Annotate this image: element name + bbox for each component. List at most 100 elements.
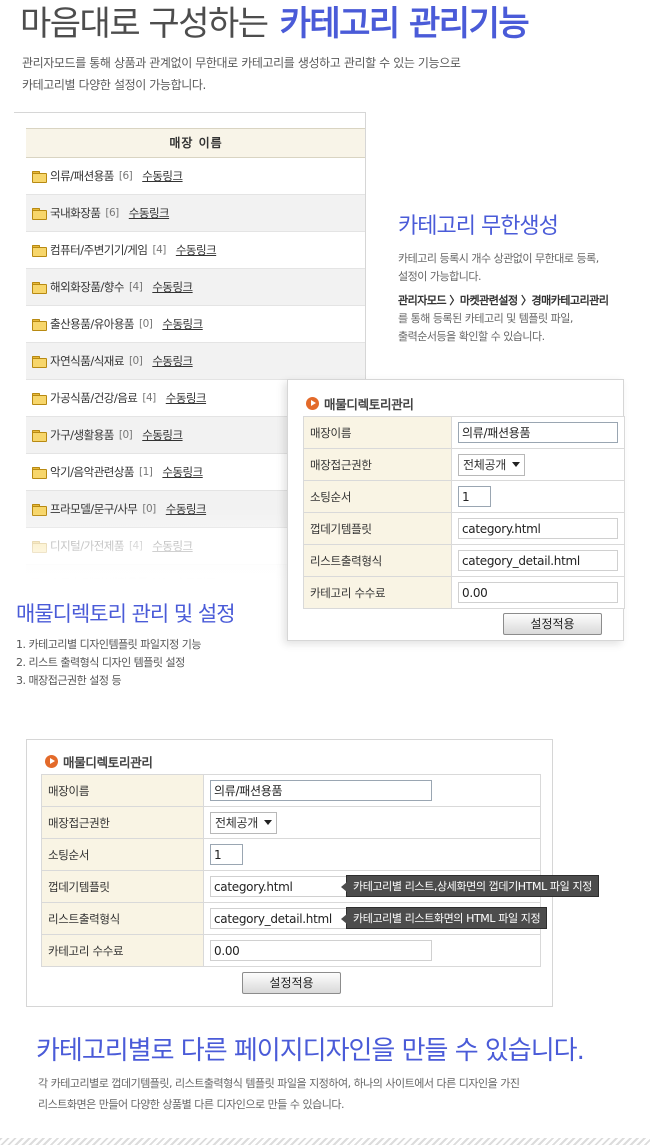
- directory-form-card: 매물디렉토리관리 매장이름 의류/패션용품 매장접근권한 전체공개 소팅순서 1…: [287, 379, 625, 641]
- bottom-description: 각 카테고리별로 껍데기템플릿, 리스트출력형식 템플릿 파일을 지정하여, 하…: [38, 1073, 520, 1115]
- form-row-list-format: 리스트출력형식 category_detail.html: [303, 544, 625, 577]
- unlimited-text-line: 를 통해 등록된 카테고리 및 템플릿 파일,: [398, 312, 573, 325]
- shop-name-input[interactable]: 의류/패션용품: [210, 780, 432, 801]
- shop-name: 악기/음악관련상품: [50, 465, 135, 479]
- apply-button[interactable]: 설정적용: [242, 972, 341, 994]
- folder-icon: [32, 392, 47, 405]
- manual-link[interactable]: 수동링크: [152, 353, 193, 369]
- shop-name-label: 매장이름: [303, 416, 452, 449]
- directory-list-item: 3. 매장접근권한 설정 등: [16, 674, 122, 687]
- shop-count: [4]: [152, 244, 166, 256]
- unlimited-text-line: 카테고리 등록시 개수 상관없이 무한대로 등록,: [398, 252, 599, 265]
- form-row-access: 매장접근권한 전체공개: [303, 448, 625, 481]
- list-format-input[interactable]: category_detail.html: [458, 550, 618, 571]
- fee-input[interactable]: 0.00: [210, 940, 432, 961]
- shop-count: [4]: [128, 281, 143, 293]
- shop-list-item: 출산용품/유아용품 [0] 수동링크: [26, 306, 365, 343]
- shop-name: 해외화장품/향수: [50, 280, 124, 294]
- directory-title: 매물디렉토리 관리 및 설정: [16, 602, 236, 626]
- shop-name-cell: 의류/패션용품: [451, 416, 625, 449]
- folder-icon: [32, 355, 47, 368]
- shop-count: [4]: [142, 392, 156, 404]
- shop-list-item: 자연식품/식재료 [0] 수동링크: [26, 343, 365, 380]
- shop-count: [0]: [118, 429, 133, 441]
- shop-name: 국내화장품: [50, 206, 101, 220]
- form-row-access: 매장접근권한 전체공개: [41, 806, 541, 839]
- manual-link[interactable]: 수동링크: [162, 316, 203, 332]
- shop-name: 가공식품/건강/음료: [50, 391, 138, 405]
- unlimited-text-line: 설정이 가능합니다.: [398, 270, 481, 283]
- shop-name-label: 매장이름: [41, 774, 204, 807]
- manual-link[interactable]: 수동링크: [142, 168, 183, 184]
- unlimited-text-line: 출력순서등을 확인할 수 있습니다.: [398, 330, 545, 343]
- sort-cell: 1: [203, 838, 541, 871]
- directory-form-heading-text: 매물디렉토리관리: [324, 397, 414, 412]
- bottom-description-line: 리스트화면은 만들어 다양한 상품별 다른 디자인으로 만들 수 있습니다.: [38, 1098, 344, 1111]
- skin-tooltip: 카테고리별 리스트,상세화면의 껍데기HTML 파일 지정: [341, 875, 599, 897]
- directory-form-table: 매장이름 의류/패션용품 매장접근권한 전체공개 소팅순서 1 껍데기템플릿 c…: [303, 416, 625, 609]
- fee-cell: 0.00: [451, 576, 625, 609]
- bottom-description-line: 각 카테고리별로 껍데기템플릿, 리스트출력형식 템플릿 파일을 지정하여, 하…: [38, 1077, 520, 1090]
- page-description-line: 관리자모드를 통해 상품과 관계없이 무한대로 카테고리를 생성하고 관리할 수…: [22, 56, 461, 70]
- manual-link[interactable]: 수동링크: [162, 464, 203, 480]
- folder-icon: [32, 429, 47, 442]
- manual-link[interactable]: 수동링크: [129, 205, 170, 221]
- access-select-value: 전체공개: [215, 816, 258, 830]
- directory-form-heading: 매물디렉토리관리: [306, 394, 414, 413]
- shop-count: [6]: [118, 170, 133, 182]
- fee-label: 카테고리 수수료: [41, 934, 204, 967]
- fee-label: 카테고리 수수료: [303, 576, 452, 609]
- unlimited-text: 카테고리 등록시 개수 상관없이 무한대로 등록, 설정이 가능합니다. 관리자…: [398, 250, 638, 346]
- form-row-shop-name: 매장이름 의류/패션용품: [41, 774, 541, 807]
- access-select-value: 전체공개: [463, 458, 506, 472]
- manual-link[interactable]: 수동링크: [152, 279, 193, 295]
- page-description: 관리자모드를 통해 상품과 관계없이 무한대로 카테고리를 생성하고 관리할 수…: [22, 52, 461, 96]
- list-format-tooltip: 카테고리별 리스트화면의 HTML 파일 지정: [340, 907, 548, 929]
- sort-input[interactable]: 1: [210, 844, 243, 865]
- unlimited-section: 카테고리 무한생성 카테고리 등록시 개수 상관없이 무한대로 등록, 설정이 …: [398, 208, 638, 346]
- access-cell: 전체공개: [451, 448, 625, 481]
- skin-cell: category.html: [451, 512, 625, 545]
- form-row-sort: 소팅순서 1: [41, 838, 541, 871]
- list-format-label: 리스트출력형식: [41, 902, 204, 935]
- shop-name-cell: 의류/패션용품: [203, 774, 541, 807]
- directory-form-heading-text: 매물디렉토리관리: [63, 755, 153, 770]
- apply-button[interactable]: 설정적용: [503, 613, 602, 635]
- shop-count: [0]: [139, 318, 153, 330]
- shop-name: 컴퓨터/주변기기/게임: [50, 243, 148, 257]
- list-format-label: 리스트출력형식: [303, 544, 452, 577]
- page-title: 마음대로 구성하는 카테고리 관리기능: [20, 2, 530, 46]
- folder-icon: [32, 318, 47, 331]
- shop-name: 의류/패션용품: [50, 169, 114, 183]
- chevron-down-icon: [511, 462, 520, 467]
- sort-input[interactable]: 1: [458, 486, 491, 507]
- shop-name-input[interactable]: 의류/패션용품: [458, 422, 618, 443]
- fee-input[interactable]: 0.00: [458, 582, 618, 603]
- access-select[interactable]: 전체공개: [458, 453, 525, 476]
- page-title-strong: 카테고리 관리기능: [279, 4, 530, 44]
- chevron-down-icon: [263, 820, 272, 825]
- admin-path-text: 관리자모드 〉마켓관련설정 〉경매카테고리관리: [398, 294, 609, 307]
- skin-input[interactable]: category.html: [458, 518, 618, 539]
- shop-list-item: 컴퓨터/주변기기/게임 [4] 수동링크: [26, 232, 365, 269]
- manual-link[interactable]: 수동링크: [166, 390, 207, 406]
- footer-divider: [0, 1138, 650, 1145]
- fee-cell: 0.00: [203, 934, 541, 967]
- form-row-fee: 카테고리 수수료 0.00: [303, 576, 625, 609]
- shop-list-header: 매장 이름: [26, 128, 365, 158]
- form-row-skin: 껍데기템플릿 category.html: [303, 512, 625, 545]
- skin-label: 껍데기템플릿: [41, 870, 204, 903]
- directory-list: 1. 카테고리별 디자인템플릿 파일지정 기능 2. 리스트 출력형식 디자인 …: [16, 636, 296, 690]
- shop-count: [0]: [128, 355, 143, 367]
- manual-link[interactable]: 수동링크: [176, 242, 217, 258]
- folder-icon: [32, 170, 47, 183]
- directory-form-heading: 매물디렉토리관리: [45, 752, 153, 771]
- manual-link[interactable]: 수동링크: [142, 427, 183, 443]
- access-label: 매장접근권한: [303, 448, 452, 481]
- folder-icon: [32, 281, 47, 294]
- bottom-title: 카테고리별로 다른 페이지디자인을 만들 수 있습니다.: [36, 1036, 585, 1066]
- directory-form-table: 매장이름 의류/패션용품 매장접근권한 전체공개 소팅순서 1 껍데기템플릿 c…: [41, 774, 541, 967]
- list-format-cell: category_detail.html: [451, 544, 625, 577]
- page-title-light: 마음대로 구성하는: [20, 4, 269, 44]
- access-select[interactable]: 전체공개: [210, 811, 277, 834]
